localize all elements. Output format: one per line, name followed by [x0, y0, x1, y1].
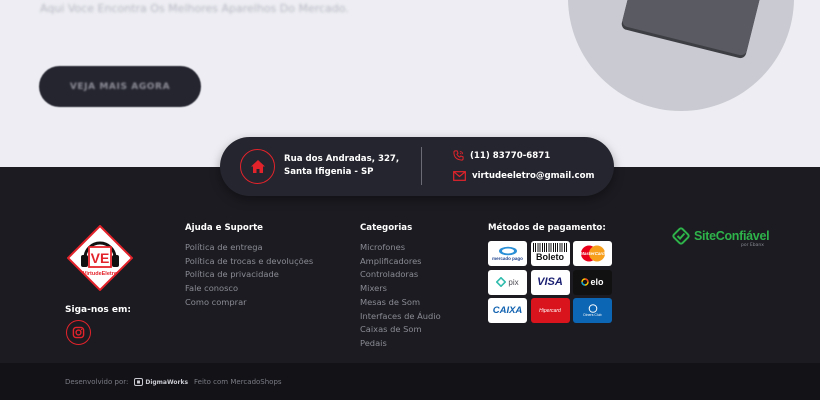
- help-support-title: Ajuda e Suporte: [185, 223, 264, 233]
- elo-card: elo: [573, 269, 612, 295]
- follow-label: Siga-nos em:: [65, 305, 131, 315]
- diners-card: Diners Club: [573, 298, 612, 323]
- phone-number: (11) 83770-6871: [470, 150, 551, 161]
- category-link[interactable]: Controladoras: [360, 268, 441, 282]
- store-logo[interactable]: VE VirtudeEletro: [66, 224, 134, 295]
- address-line-1: Rua dos Andradas, 327,: [284, 154, 400, 164]
- trust-badge-tagline: por Ebanx: [741, 243, 764, 248]
- visa-label: VISA: [537, 276, 563, 288]
- mercadopago-card: mercado pago: [488, 241, 527, 266]
- help-link[interactable]: Política de privacidade: [185, 268, 313, 282]
- help-link[interactable]: Política de trocas e devoluções: [185, 255, 313, 269]
- pix-label: pix: [508, 277, 519, 287]
- category-link[interactable]: Mesas de Som: [360, 296, 441, 310]
- category-links: Microfones Amplificadores Controladoras …: [360, 241, 441, 351]
- mastercard-card: MasterCard: [573, 241, 612, 266]
- contact-bar: Rua dos Andradas, 327, Santa Ifigenia - …: [220, 137, 614, 196]
- hipercard-card: Hipercard: [530, 298, 570, 323]
- pix-icon: [496, 277, 507, 287]
- svg-text:VE: VE: [91, 250, 110, 266]
- category-link[interactable]: Caixas de Som: [360, 323, 441, 337]
- home-icon: [250, 160, 265, 173]
- phone-row[interactable]: (11) 83770-6871: [453, 150, 550, 161]
- barcode-icon: [533, 243, 567, 252]
- diners-icon: [588, 304, 597, 313]
- made-with-label[interactable]: Feito com MercadoShops: [194, 378, 282, 386]
- hipercard-label: Hipercard: [539, 307, 561, 314]
- phone-icon: [453, 150, 464, 161]
- email-address: virtudeeletro@gmail.com: [472, 171, 595, 181]
- caixa-card: CAIXA: [488, 298, 527, 323]
- mercadopago-icon: [498, 246, 517, 256]
- see-more-label: VEJA MAIS AGORA: [69, 81, 171, 92]
- developed-by-label: Desenvolvido por:: [65, 378, 129, 386]
- help-links: Política de entrega Política de trocas e…: [185, 241, 313, 310]
- mercadopago-label: mercado pago: [492, 256, 523, 261]
- address-line-2: Santa Ifigenia - SP: [284, 167, 374, 177]
- address-icon-wrap: [240, 149, 275, 184]
- shield-check-icon: [672, 227, 690, 245]
- help-link[interactable]: Política de entrega: [185, 241, 313, 255]
- mail-icon: [453, 171, 466, 181]
- instagram-icon: [72, 326, 85, 339]
- see-more-button[interactable]: VEJA MAIS AGORA: [39, 66, 201, 107]
- payment-methods-title: Métodos de pagamento:: [488, 223, 606, 233]
- store-logo-icon: VE VirtudeEletro: [66, 224, 134, 292]
- elo-label: elo: [590, 277, 604, 287]
- store-address: Rua dos Andradas, 327, Santa Ifigenia - …: [284, 153, 399, 179]
- instagram-link[interactable]: [66, 320, 91, 345]
- email-row[interactable]: virtudeeletro@gmail.com: [453, 171, 594, 181]
- credits: Desenvolvido por: DigmaWorks Feito com M…: [65, 378, 282, 386]
- boleto-card: Boleto: [530, 241, 570, 266]
- developer-name: DigmaWorks: [145, 378, 189, 386]
- hero-intro-text: Aqui Voce Encontra Os Melhores Aparelhos…: [40, 2, 349, 15]
- elo-icon: [581, 278, 590, 286]
- category-link[interactable]: Interfaces de Áudio: [360, 310, 441, 324]
- mastercard-label: MasterCard: [580, 251, 605, 256]
- contact-divider: [421, 147, 422, 185]
- boleto-label: Boleto: [536, 252, 564, 262]
- developer-logo-icon: [134, 378, 144, 386]
- payment-methods-grid: mercado pago Boleto MasterCard pix VISA …: [488, 241, 612, 323]
- diners-label: Diners Club: [583, 313, 602, 317]
- categories-title: Categorias: [360, 223, 413, 233]
- category-link[interactable]: Mixers: [360, 282, 441, 296]
- help-link[interactable]: Como comprar: [185, 296, 313, 310]
- help-link[interactable]: Fale conosco: [185, 282, 313, 296]
- visa-card: VISA: [530, 269, 570, 295]
- trust-badge-name: SiteConfiável: [694, 229, 770, 243]
- pix-card: pix: [488, 269, 527, 295]
- category-link[interactable]: Microfones: [360, 241, 441, 255]
- developer-logo[interactable]: DigmaWorks: [134, 378, 188, 386]
- category-link[interactable]: Amplificadores: [360, 255, 441, 269]
- store-logo-wordmark: VirtudeEletro: [83, 271, 118, 277]
- caixa-label: CAIXA: [492, 305, 523, 316]
- category-link[interactable]: Pedais: [360, 337, 441, 351]
